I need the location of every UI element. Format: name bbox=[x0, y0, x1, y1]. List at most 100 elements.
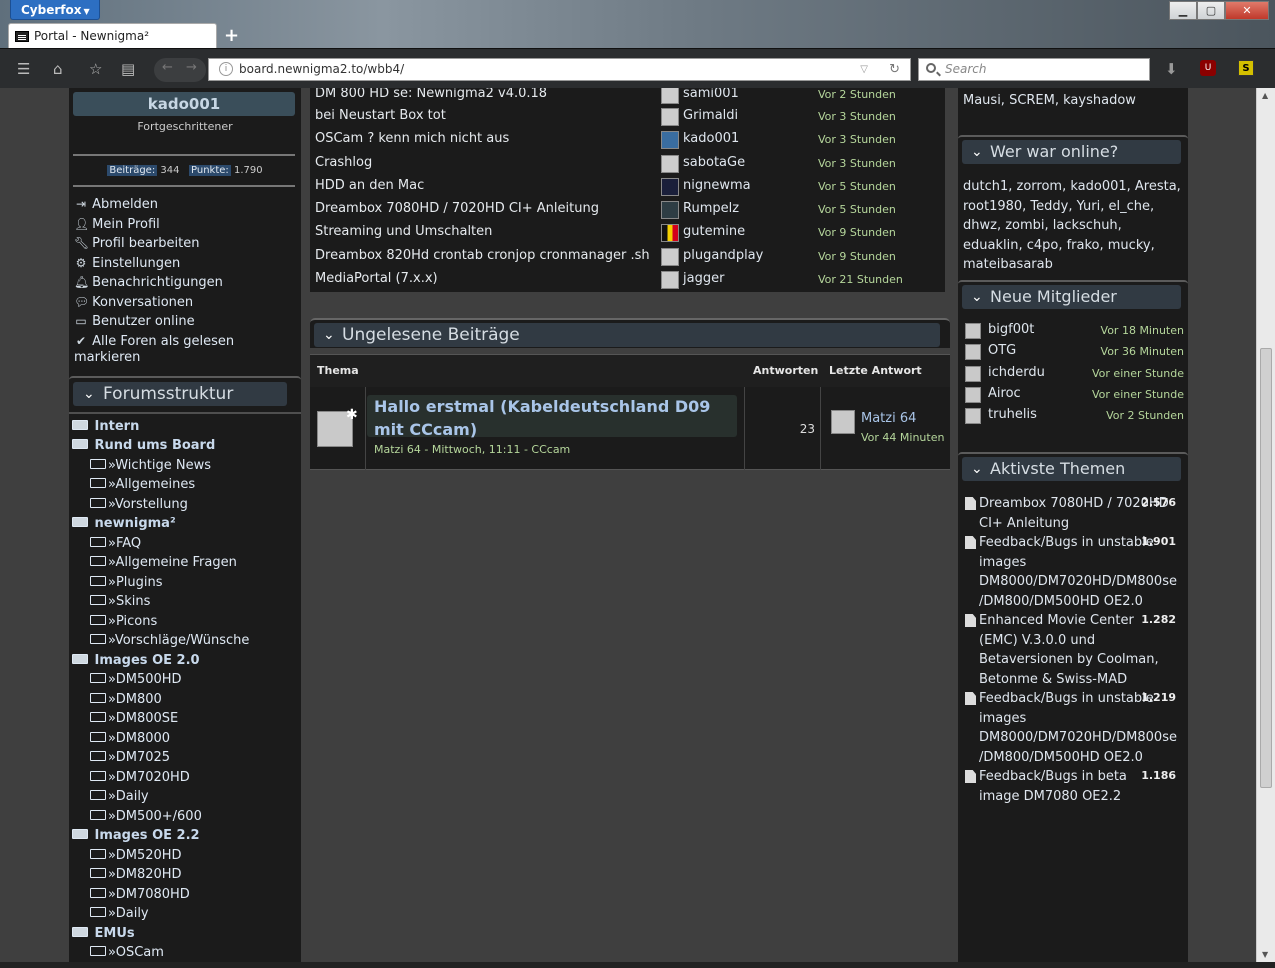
avatar[interactable] bbox=[965, 408, 981, 424]
thread-link[interactable]: DM 800 HD se: Newnigma2 v4.0.18 bbox=[315, 88, 547, 102]
user-link[interactable]: sami001 bbox=[683, 88, 739, 102]
forum-item[interactable]: »FAQ bbox=[90, 536, 141, 552]
forum-item[interactable]: »DM7080HD bbox=[90, 887, 190, 903]
page-scrollbar[interactable]: ▲ ▼ bbox=[1256, 88, 1275, 962]
forum-structure-header[interactable]: ⌄ Forumsstruktur bbox=[69, 376, 301, 414]
url-bar[interactable]: i board.newnigma2.to/wbb4/ ▽ ↻ bbox=[208, 58, 911, 81]
thread-link[interactable]: Dreambox 7080HD / 7020HD CI+ Anleitung bbox=[315, 201, 599, 217]
forum-item[interactable]: »OSCam bbox=[90, 945, 164, 961]
user-link[interactable]: jagger bbox=[683, 271, 724, 287]
member-link[interactable]: truhelis bbox=[988, 407, 1037, 422]
menu-users-online[interactable]: ▭ Benutzer online bbox=[74, 313, 194, 330]
column-header-letzte-antwort[interactable]: Letzte Antwort bbox=[829, 364, 922, 377]
avatar[interactable] bbox=[661, 178, 679, 196]
thread-link[interactable]: MediaPortal (7.x.x) bbox=[315, 271, 438, 287]
thread-link[interactable]: OSCam ? kenn mich nicht aus bbox=[315, 131, 509, 147]
chevron-down-icon[interactable]: ⌄ bbox=[971, 285, 983, 309]
forum-item[interactable]: »Wichtige News bbox=[90, 458, 211, 474]
forum-item[interactable]: »DM800 bbox=[90, 692, 162, 708]
posts-value[interactable]: 344 bbox=[160, 165, 179, 176]
forum-item[interactable]: Rund ums Board bbox=[72, 438, 215, 454]
username-banner[interactable]: kado001 bbox=[73, 92, 295, 116]
forum-item[interactable]: »Vorstellung bbox=[90, 497, 188, 513]
bookmark-star-icon[interactable]: ☆ bbox=[89, 61, 102, 77]
forward-arrow-icon[interactable]: → bbox=[186, 60, 197, 75]
scroll-down-icon[interactable]: ▼ bbox=[1262, 950, 1268, 959]
user-link[interactable]: Rumpelz bbox=[683, 201, 739, 217]
chevron-down-icon[interactable]: ⌄ bbox=[323, 323, 335, 347]
dropdown-arrow-icon[interactable]: ▽ bbox=[860, 59, 868, 80]
avatar[interactable] bbox=[965, 323, 981, 339]
chevron-down-icon[interactable]: ⌄ bbox=[83, 382, 95, 406]
menu-logout[interactable]: ⇥ Abmelden bbox=[74, 196, 158, 213]
user-link[interactable]: Grimaldi bbox=[683, 108, 738, 124]
online-users-text[interactable]: Mausi, SCREM, kayshadow bbox=[963, 91, 1185, 111]
user-link[interactable]: nignewma bbox=[683, 178, 751, 194]
forum-item[interactable]: »DM500+/600 bbox=[90, 809, 202, 825]
forum-item[interactable]: »DM520HD bbox=[90, 848, 182, 864]
avatar[interactable] bbox=[831, 410, 855, 434]
forum-item[interactable]: »DM8000 bbox=[90, 731, 170, 747]
thread-meta[interactable]: Matzi 64 - Mittwoch, 11:11 - CCcam bbox=[374, 443, 570, 456]
forum-item[interactable]: »DM7025 bbox=[90, 750, 170, 766]
thread-title-link[interactable]: Hallo erstmal (Kabeldeutschland D09 mit … bbox=[367, 395, 737, 439]
ublock-icon[interactable]: U bbox=[1200, 60, 1216, 76]
forum-item[interactable]: Images OE 2.0 bbox=[72, 653, 200, 669]
thread-link[interactable]: Streaming und Umschalten bbox=[315, 224, 492, 240]
menu-conversations[interactable]: 💬︎ Konversationen bbox=[74, 294, 193, 311]
forum-item[interactable]: »Allgemeine Fragen bbox=[90, 555, 237, 571]
user-link[interactable]: sabotaGe bbox=[683, 155, 745, 171]
maximize-button[interactable]: ▢ bbox=[1197, 1, 1225, 20]
menu-profile[interactable]: 👤︎ Mein Profil bbox=[74, 216, 160, 233]
forum-item[interactable]: »Plugins bbox=[90, 575, 163, 591]
forum-item[interactable]: newnigma² bbox=[72, 516, 176, 532]
active-topics-header[interactable]: ⌄ Aktivste Themen bbox=[958, 452, 1188, 482]
was-online-header[interactable]: ⌄ Wer war online? bbox=[958, 135, 1188, 165]
avatar[interactable] bbox=[661, 271, 679, 289]
unread-posts-header[interactable]: ⌄ Ungelesene Beiträge bbox=[310, 318, 950, 348]
column-header-thema[interactable]: Thema bbox=[317, 364, 359, 377]
forum-item[interactable]: »Vorschläge/Wünsche bbox=[90, 633, 249, 649]
clipboard-icon[interactable]: ▤ bbox=[121, 61, 135, 77]
minimize-button[interactable]: ▁ bbox=[1169, 1, 1197, 20]
was-online-list[interactable]: dutch1, zorrom, kado001, Aresta, root198… bbox=[963, 177, 1185, 275]
scrollbar-thumb[interactable] bbox=[1260, 348, 1272, 788]
forum-item[interactable]: »DM820HD bbox=[90, 867, 182, 883]
browser-tab[interactable]: Portal - Newnigma² bbox=[8, 23, 217, 49]
forum-item[interactable]: »Allgemeines bbox=[90, 477, 195, 493]
last-reply-time[interactable]: Vor 44 Minuten bbox=[861, 431, 944, 444]
thread-link[interactable]: Dreambox 820Hd crontab cronjop cronmanag… bbox=[315, 248, 650, 264]
column-header-antworten[interactable]: Antworten bbox=[753, 364, 818, 377]
app-menu-button[interactable]: Cyberfox ▼ bbox=[10, 0, 100, 20]
chevron-down-icon[interactable]: ⌄ bbox=[971, 457, 983, 481]
thread-link[interactable]: bei Neustart Box tot bbox=[315, 108, 446, 124]
forum-item[interactable]: »Daily bbox=[90, 789, 149, 805]
last-reply-user[interactable]: Matzi 64 bbox=[861, 411, 916, 426]
forum-item[interactable]: »DM7020HD bbox=[90, 770, 190, 786]
thread-link[interactable]: Crashlog bbox=[315, 155, 372, 171]
avatar[interactable] bbox=[965, 387, 981, 403]
chevron-down-icon[interactable]: ⌄ bbox=[971, 140, 983, 164]
member-link[interactable]: bigf00t bbox=[988, 322, 1034, 337]
forum-item[interactable]: »DM500HD bbox=[90, 672, 182, 688]
scroll-up-icon[interactable]: ▲ bbox=[1262, 91, 1268, 100]
avatar[interactable] bbox=[661, 108, 679, 126]
avatar[interactable] bbox=[661, 88, 679, 104]
new-members-header[interactable]: ⌄ Neue Mitglieder bbox=[958, 280, 1188, 310]
forum-item[interactable]: »DM800SE bbox=[90, 711, 178, 727]
forum-item[interactable]: »Skins bbox=[90, 594, 150, 610]
avatar[interactable] bbox=[965, 344, 981, 360]
menu-notifications[interactable]: 🔔︎ Benachrichtigungen bbox=[74, 274, 223, 291]
forum-item[interactable]: EMUs bbox=[72, 926, 135, 942]
avatar[interactable] bbox=[661, 155, 679, 173]
forum-item[interactable]: »Picons bbox=[90, 614, 157, 630]
search-input[interactable]: Search bbox=[918, 58, 1150, 81]
reload-icon[interactable]: ↻ bbox=[889, 59, 900, 80]
member-link[interactable]: Airoc bbox=[988, 386, 1021, 401]
forum-item[interactable]: Images OE 2.2 bbox=[72, 828, 200, 844]
back-arrow-icon[interactable]: ← bbox=[162, 60, 173, 75]
new-tab-button[interactable]: + bbox=[224, 25, 239, 46]
home-icon[interactable]: ⌂ bbox=[53, 61, 63, 77]
thread-link[interactable]: HDD an den Mac bbox=[315, 178, 424, 194]
menu-edit-profile[interactable]: 🔧︎ Profil bearbeiten bbox=[74, 235, 199, 252]
